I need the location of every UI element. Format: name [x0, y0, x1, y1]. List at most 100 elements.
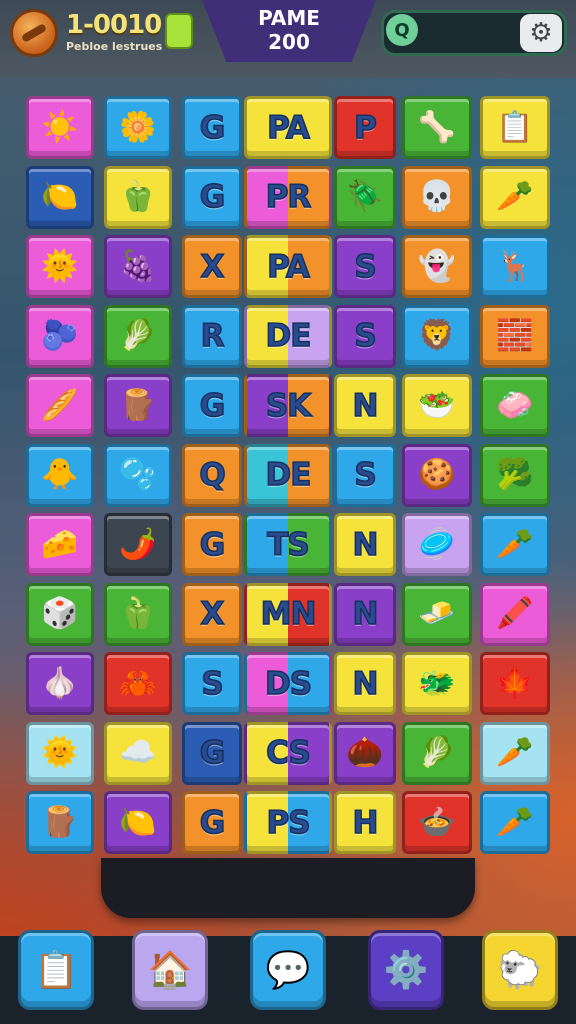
letter-tile[interactable]: R [182, 304, 242, 368]
letter-tile[interactable]: N [334, 582, 396, 646]
item-tile[interactable]: 🥬 [104, 304, 172, 368]
item-tile[interactable]: 🍲 [402, 791, 472, 854]
item-tile[interactable]: 🧄 [26, 652, 94, 715]
shop-tower-button[interactable]: 🏠 [132, 930, 208, 1010]
item-tile[interactable]: 🍋 [104, 791, 172, 854]
coin-icon[interactable] [10, 9, 58, 57]
leaf-icon: 🥬 [119, 318, 157, 353]
letter-tile[interactable]: DE [244, 443, 332, 507]
list-menu-button[interactable]: 📋 [18, 930, 94, 1010]
item-tile[interactable]: 🌞 [26, 721, 94, 785]
item-tile[interactable]: 🍪 [402, 443, 472, 507]
item-tile[interactable]: 🌞 [26, 235, 94, 298]
letter-tile[interactable]: PR [244, 165, 332, 229]
item-tile[interactable]: 🖍️ [480, 582, 550, 646]
item-tile[interactable]: 🫑 [104, 582, 172, 646]
chick-icon: 🐥 [41, 457, 79, 492]
item-tile[interactable]: 🌼 [104, 96, 172, 159]
item-tile[interactable]: ☁️ [104, 721, 172, 785]
item-tile[interactable]: 🥏 [402, 513, 472, 576]
letter-tile[interactable]: N [334, 652, 396, 715]
item-tile[interactable]: ☀️ [26, 96, 94, 159]
item-tile[interactable]: 🥦 [480, 443, 550, 507]
letter-tile[interactable]: S [182, 652, 242, 715]
item-tile[interactable]: 🍇 [104, 235, 172, 298]
item-tile[interactable]: 🥕 [480, 513, 550, 576]
item-tile[interactable]: 🍁 [480, 652, 550, 715]
letter-tile[interactable]: G [182, 513, 242, 576]
creature-icon: 🐑 [497, 950, 543, 991]
letter-tile[interactable]: PS [244, 791, 332, 854]
item-tile[interactable]: 🥖 [26, 374, 94, 437]
item-tile[interactable]: 🍋 [26, 165, 94, 229]
item-tile[interactable]: 🦀 [104, 652, 172, 715]
letter-tile[interactable]: S [334, 304, 396, 368]
letter-tile[interactable]: G [182, 721, 242, 785]
item-tile[interactable]: 🥕 [480, 721, 550, 785]
tile-letter: DE [265, 317, 312, 355]
item-tile[interactable]: 🧼 [480, 374, 550, 437]
letter-tile[interactable]: DE [244, 304, 332, 368]
letter-tile[interactable]: P [334, 96, 396, 159]
item-tile[interactable]: 👻 [402, 235, 472, 298]
letter-tile[interactable]: TS [244, 513, 332, 576]
item-tile[interactable]: 📋 [480, 96, 550, 159]
item-tile[interactable]: 🥬 [402, 721, 472, 785]
letter-tile[interactable]: X [182, 582, 242, 646]
item-tile[interactable]: 🦌 [480, 235, 550, 298]
crayon-icon: 🖍️ [496, 596, 534, 631]
letter-tile[interactable]: S [334, 443, 396, 507]
item-tile[interactable]: 🥕 [480, 791, 550, 854]
item-tile[interactable]: 🫧 [104, 443, 172, 507]
chat-bubble-button[interactable]: 💬 [250, 930, 326, 1010]
letter-tile[interactable]: DS [244, 652, 332, 715]
green-gem-icon[interactable] [165, 13, 193, 49]
item-tile[interactable]: 🪵 [26, 791, 94, 854]
item-tile[interactable]: 🫑 [104, 165, 172, 229]
tile-letter: G [199, 734, 226, 772]
search-icon[interactable]: Q [386, 14, 418, 46]
item-tile[interactable]: 🐲 [402, 652, 472, 715]
item-tile[interactable]: 🥗 [402, 374, 472, 437]
creature-button[interactable]: 🐑 [482, 930, 558, 1010]
letter-tile[interactable]: N [334, 374, 396, 437]
letter-tile[interactable]: Q [182, 443, 242, 507]
item-tile[interactable]: 💀 [402, 165, 472, 229]
lemon-icon: 🍋 [41, 179, 79, 214]
selection-tray[interactable] [101, 858, 475, 918]
letter-tile[interactable]: G [182, 374, 242, 437]
tile-letter: S [354, 317, 378, 355]
letter-tile[interactable]: N [334, 513, 396, 576]
gear-icon: ⚙ [529, 18, 553, 48]
item-tile[interactable]: 🎲 [26, 582, 94, 646]
settings-gear-button[interactable]: ⚙️ [368, 930, 444, 1010]
item-tile[interactable]: 🥕 [480, 165, 550, 229]
cabbage-icon: 🥬 [418, 735, 456, 770]
letter-tile[interactable]: G [182, 165, 242, 229]
letter-tile[interactable]: H [334, 791, 396, 854]
item-tile[interactable]: 🌶️ [104, 513, 172, 576]
letter-tile[interactable]: G [182, 96, 242, 159]
item-tile[interactable]: 🧱 [480, 304, 550, 368]
settings-button[interactable]: ⚙ [520, 14, 562, 52]
item-tile[interactable]: 🧀 [26, 513, 94, 576]
item-tile[interactable]: 🪲 [334, 165, 396, 229]
letter-tile[interactable]: PA [244, 96, 332, 159]
item-tile[interactable]: 🪵 [104, 374, 172, 437]
item-tile[interactable]: 🌰 [334, 721, 396, 785]
berry-icon: 🍇 [119, 248, 157, 284]
letter-tile[interactable]: SK [244, 374, 332, 437]
letter-tile[interactable]: G [182, 791, 242, 854]
letter-tile[interactable]: CS [244, 721, 332, 785]
item-tile[interactable]: 🐥 [26, 443, 94, 507]
item-tile[interactable]: 🧈 [402, 582, 472, 646]
letter-tile[interactable]: X [182, 235, 242, 298]
item-tile[interactable]: 🦴 [402, 96, 472, 159]
disc-icon: 🥏 [418, 526, 456, 562]
search-input[interactable] [424, 18, 514, 48]
item-tile[interactable]: 🦁 [402, 304, 472, 368]
letter-tile[interactable]: S [334, 235, 396, 298]
letter-tile[interactable]: MN [244, 582, 332, 646]
letter-tile[interactable]: PA [244, 235, 332, 298]
item-tile[interactable]: 🫐 [26, 304, 94, 368]
